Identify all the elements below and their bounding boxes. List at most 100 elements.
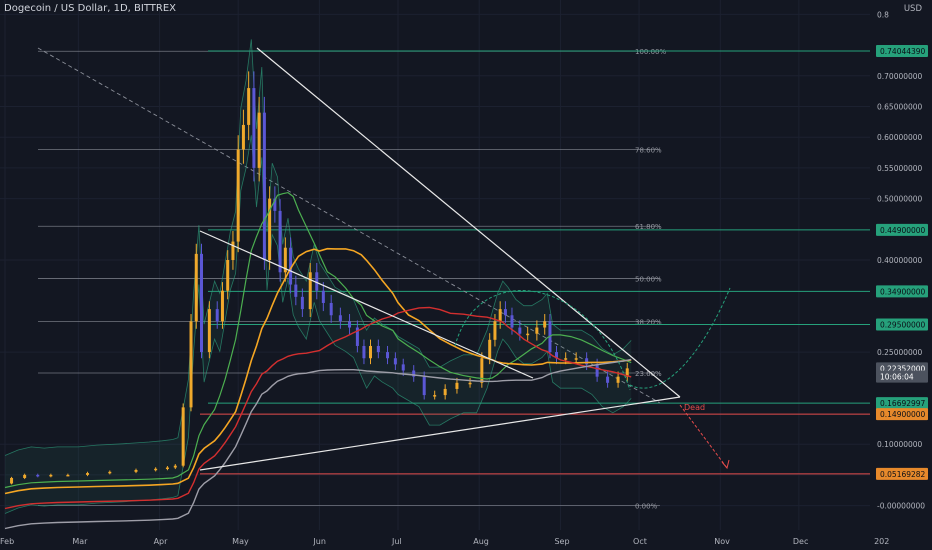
candle-body — [200, 253, 203, 353]
candle-body — [535, 327, 539, 334]
candle-body — [606, 376, 610, 383]
candle-body — [300, 296, 304, 310]
fib-level-label: 0.00% — [635, 503, 658, 511]
candle-body — [231, 241, 235, 260]
fib-level-label: 100.00% — [635, 48, 666, 56]
candle-body — [189, 321, 193, 408]
price-label-text: 0.34900000 — [880, 287, 926, 296]
candle-body — [616, 376, 620, 383]
candle-body — [36, 474, 40, 477]
y-tick-label: 0.25000000 — [877, 348, 923, 357]
candle-body — [422, 376, 426, 396]
candle-body — [181, 407, 185, 466]
candle-body — [433, 395, 437, 397]
x-tick-label: 202 — [874, 537, 889, 546]
candle-body — [247, 88, 251, 125]
candle-body — [23, 474, 27, 478]
y-tick-label: 0.40000000 — [877, 256, 923, 265]
candle-body — [215, 309, 219, 322]
candle-body — [526, 333, 530, 336]
x-tick-label: Aug — [473, 537, 489, 546]
candle-body — [468, 382, 472, 385]
x-tick-label: Feb — [0, 537, 14, 546]
candle-body — [386, 352, 390, 359]
x-tick-label: Jul — [391, 537, 402, 546]
y-tick-label: 0.8 — [877, 10, 889, 19]
y-tick-label: 0.50000000 — [877, 195, 923, 204]
candle-body — [165, 467, 169, 470]
candle-body — [257, 112, 261, 168]
candle-body — [278, 210, 282, 273]
annotation-dead: Dead — [684, 403, 705, 412]
candle-body — [393, 358, 397, 365]
candle-body — [308, 272, 312, 310]
candle-body — [595, 364, 599, 377]
candle-body — [543, 321, 547, 328]
candle-body — [455, 382, 459, 389]
candle-body — [252, 88, 256, 168]
candle-body — [518, 327, 522, 334]
candle-body — [488, 339, 492, 359]
currency-label: USD — [903, 4, 922, 14]
candle-body — [220, 290, 224, 322]
y-tick-label: 0.65000000 — [877, 103, 923, 112]
candle-body — [443, 388, 447, 396]
price-chart[interactable]: 100.00%78.60%61.80%50.00%38.20%23.60%0.0… — [0, 0, 932, 550]
candle-body — [10, 477, 14, 484]
y-tick-label: 0.60000000 — [877, 133, 923, 142]
price-label-text: 0.44900000 — [880, 226, 926, 235]
candle-body — [564, 358, 568, 360]
fib-level-label: 78.60% — [635, 146, 662, 154]
candle-body — [241, 124, 245, 150]
price-label-text: 0.05169282 — [880, 470, 926, 479]
y-tick-label: 0.70000000 — [877, 72, 923, 81]
fib-level-label: 50.00% — [635, 275, 662, 283]
candle-body — [236, 149, 240, 242]
fib-level-label: 38.20% — [635, 318, 662, 326]
price-label-text: 10:06:04 — [880, 373, 914, 382]
candle-body — [498, 309, 502, 322]
price-label-text: 0.14900000 — [880, 410, 926, 419]
candle-body — [401, 364, 405, 371]
y-tick-label: 0.10000000 — [877, 440, 923, 449]
candle-body — [294, 284, 298, 297]
candle-body — [574, 358, 578, 360]
x-tick-label: May — [232, 537, 249, 546]
x-tick-label: Oct — [633, 537, 647, 546]
candle-body — [368, 345, 372, 359]
candle-body — [262, 112, 266, 260]
x-tick-label: Sep — [554, 537, 569, 546]
price-label-text: 0.74044390 — [880, 47, 926, 56]
candle-body — [226, 260, 230, 291]
candle-body — [49, 474, 53, 477]
y-tick-label: 0.55000000 — [877, 164, 923, 173]
candle-body — [194, 253, 198, 322]
x-tick-label: Apr — [154, 537, 169, 546]
candle-body — [134, 469, 138, 472]
candle-body — [154, 468, 158, 471]
bollinger-upper — [4, 39, 632, 456]
candle-body — [108, 471, 112, 474]
triangle-upper-trendline — [256, 47, 681, 398]
candle-body — [493, 321, 497, 340]
chart-title: Dogecoin / US Dollar, 1D, BITTREX — [4, 3, 176, 14]
candle-body — [173, 465, 177, 468]
price-label-text: 0.29500000 — [880, 320, 926, 329]
x-tick-label: Mar — [72, 537, 88, 546]
candle-body — [86, 473, 90, 475]
candle-body — [329, 302, 333, 316]
candle-body — [321, 290, 325, 303]
candle-body — [66, 474, 70, 477]
candle-body — [585, 358, 589, 365]
price-axis-background — [870, 0, 932, 550]
candle-body — [362, 345, 366, 359]
candle-body — [376, 345, 380, 353]
x-tick-label: Nov — [714, 537, 730, 546]
x-tick-label: Dec — [793, 537, 808, 546]
candle-body — [338, 315, 342, 322]
y-tick-label: -0.00000000 — [877, 502, 925, 511]
price-label-text: 0.16692997 — [880, 399, 926, 408]
candle-body — [503, 309, 507, 316]
projection-down-arrow — [721, 459, 730, 470]
x-tick-label: Jun — [312, 537, 326, 546]
